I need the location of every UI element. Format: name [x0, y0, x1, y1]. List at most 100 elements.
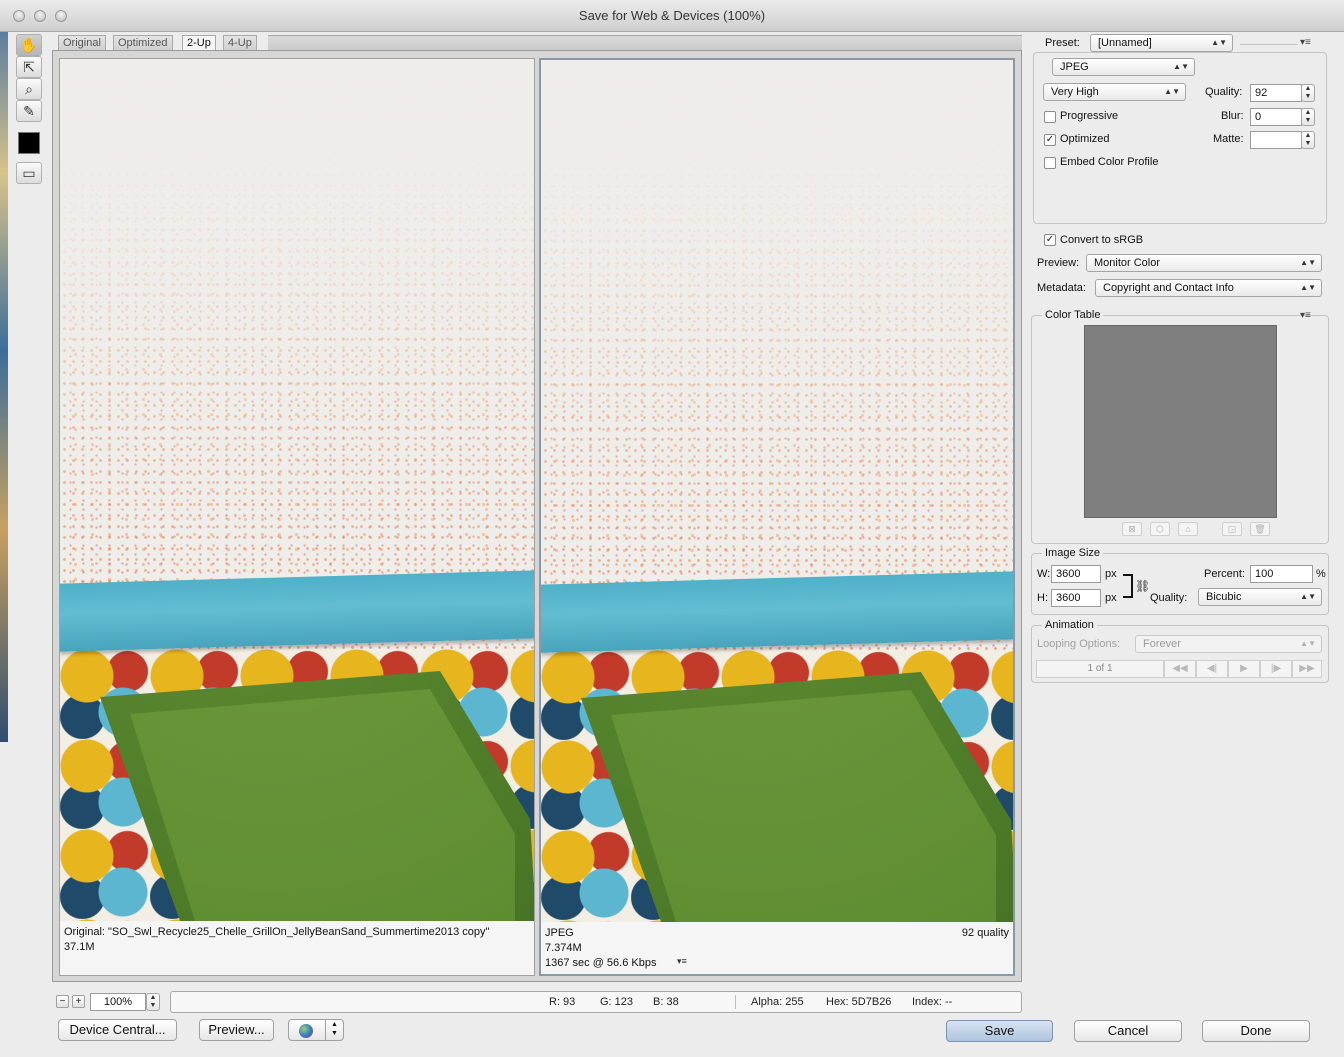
optimize-menu-icon[interactable]: ▾≡ [1300, 37, 1311, 48]
preview-label: Preview: [1037, 257, 1080, 269]
quality-input[interactable]: 92 [1250, 84, 1302, 102]
resample-quality-select[interactable]: Bicubic ▲▼ [1198, 588, 1322, 606]
original-preview-pane[interactable]: Original: "SO_Swl_Recycle25_Chelle_Grill… [59, 58, 535, 976]
title-bar: Save for Web & Devices (100%) [0, 0, 1344, 32]
toggle-slices-button[interactable]: ▭ [16, 162, 42, 184]
quality-level-select[interactable]: Very High ▲▼ [1043, 83, 1186, 101]
quality-slider-button[interactable]: ▲ ▼ [1301, 84, 1315, 102]
tab-optimized[interactable]: Optimized [113, 35, 173, 51]
save-button[interactable]: Save [946, 1020, 1053, 1042]
slice-select-tool-button[interactable]: ⇱ [16, 56, 42, 78]
hand-tool-button[interactable]: ✋ [16, 34, 42, 56]
percent-label: Percent: [1204, 568, 1245, 580]
frame-counter: 1 of 1 [1036, 660, 1164, 678]
looping-options-value: Forever [1143, 638, 1181, 650]
eyedropper-tool-button[interactable]: ✎ [16, 100, 42, 122]
percent-unit: % [1316, 568, 1326, 580]
red-value: R: 93 [549, 996, 576, 1008]
blur-label: Blur: [1221, 110, 1244, 122]
tab-strip-fill [268, 35, 1022, 51]
download-time: 1367 sec @ 56.6 Kbps [545, 957, 657, 969]
width-label: W: [1037, 568, 1051, 580]
last-frame-button[interactable]: ▶▶ [1292, 660, 1322, 678]
tab-2-up[interactable]: 2-Up [182, 35, 216, 51]
previous-frame-button[interactable]: ◀| [1196, 660, 1228, 678]
progressive-checkbox[interactable] [1044, 111, 1056, 123]
metadata-select[interactable]: Copyright and Contact Info ▲▼ [1095, 279, 1322, 297]
original-filename: Original: "SO_Swl_Recycle25_Chelle_Grill… [64, 926, 490, 938]
looping-options-select[interactable]: Forever ▲▼ [1135, 635, 1322, 653]
optimized-filesize: 7.374M [545, 942, 582, 954]
lock-color-button[interactable]: ⌂ [1178, 522, 1198, 536]
download-speed-menu-icon[interactable]: ▾≡ [677, 956, 687, 967]
preview-value: Monitor Color [1094, 257, 1161, 269]
trash-icon: 🗑 [1254, 524, 1266, 534]
preview-select[interactable]: Monitor Color ▲▼ [1086, 254, 1322, 272]
preset-select[interactable]: [Unnamed] ▲▼ [1090, 34, 1233, 52]
window-title: Save for Web & Devices (100%) [578, 8, 766, 23]
percent-input[interactable]: 100 [1250, 565, 1313, 583]
hex-value: Hex: 5D7B26 [826, 996, 892, 1008]
chevron-updown-icon: ▲▼ [1300, 639, 1316, 648]
preview-in-browser-button[interactable]: Preview... [199, 1019, 274, 1041]
color-table-swatches[interactable] [1084, 325, 1277, 518]
browser-select-button[interactable]: ▲ ▼ [288, 1019, 344, 1041]
metadata-label: Metadata: [1037, 282, 1086, 294]
preset-value: [Unnamed] [1098, 37, 1152, 49]
desktop-background-strip [0, 32, 8, 742]
matte-menu-button[interactable]: ▲ ▼ [1301, 131, 1315, 149]
zoom-level-menu[interactable]: ▲ ▼ [146, 993, 160, 1011]
info-divider [735, 995, 736, 1009]
original-caption: Original: "SO_Swl_Recycle25_Chelle_Grill… [64, 925, 489, 955]
web-shift-button[interactable]: ⬡ [1150, 522, 1170, 536]
convert-srgb-checkbox[interactable]: ✓ [1044, 234, 1056, 246]
original-image [60, 59, 534, 921]
zoom-tool-button[interactable]: ⌕ [16, 78, 42, 100]
chevron-updown-icon: ▲▼ [1211, 38, 1227, 47]
matte-color-field[interactable] [1250, 131, 1302, 149]
optimized-quality-note: 92 quality [961, 927, 1009, 939]
map-color-button[interactable]: ⊠ [1122, 522, 1142, 536]
new-color-button[interactable]: ◲ [1222, 522, 1242, 536]
height-input[interactable]: 3600 [1051, 589, 1101, 607]
optimized-checkbox[interactable]: ✓ [1044, 134, 1056, 146]
cancel-button[interactable]: Cancel [1074, 1020, 1182, 1042]
tab-4-up[interactable]: 4-Up [223, 35, 257, 51]
optimized-image [541, 60, 1013, 922]
delete-color-button[interactable]: 🗑 [1250, 522, 1270, 536]
format-select[interactable]: JPEG ▲▼ [1052, 58, 1195, 76]
chevron-updown-icon: ▲▼ [1173, 62, 1189, 71]
chevron-updown-icon: ▲▼ [325, 1020, 343, 1040]
width-input[interactable]: 3600 [1051, 565, 1101, 583]
zoom-out-button[interactable]: − [56, 995, 69, 1008]
chevron-updown-icon: ▲▼ [1300, 258, 1316, 267]
play-button[interactable]: ▶ [1228, 660, 1260, 678]
link-chain-icon[interactable]: ⛓ [1135, 579, 1150, 593]
tool-palette: ✋ ⇱ ⌕ ✎ ▭ [12, 32, 46, 192]
tab-original[interactable]: Original [58, 35, 106, 51]
zoom-in-button[interactable]: + [72, 995, 85, 1008]
metadata-value: Copyright and Contact Info [1103, 282, 1234, 294]
quality-level-value: Very High [1051, 86, 1099, 98]
zoom-level-field[interactable]: 100% [90, 993, 146, 1011]
color-table-menu-icon[interactable]: ▾≡ [1300, 310, 1311, 321]
alpha-value: Alpha: 255 [751, 996, 804, 1008]
blur-slider-button[interactable]: ▲ ▼ [1301, 108, 1315, 126]
convert-srgb-label: Convert to sRGB [1060, 234, 1144, 246]
optimized-preview-pane[interactable]: JPEG 7.374M 1367 sec @ 56.6 Kbps 92 qual… [539, 58, 1015, 976]
blur-input[interactable]: 0 [1250, 108, 1302, 126]
eyedropper-color-swatch[interactable] [18, 132, 40, 154]
color-info-bar: R: 93 G: 123 B: 38 Alpha: 255 Hex: 5D7B2… [170, 991, 1022, 1013]
color-table-title: Color Table [1042, 309, 1104, 321]
next-frame-button[interactable]: |▶ [1260, 660, 1292, 678]
height-label: H: [1037, 592, 1048, 604]
first-frame-button[interactable]: ◀◀ [1164, 660, 1196, 678]
done-button[interactable]: Done [1202, 1020, 1310, 1042]
embed-profile-checkbox[interactable] [1044, 157, 1056, 169]
lock-icon: ⌂ [1185, 524, 1191, 534]
fast-forward-icon: ▶▶ [1299, 663, 1315, 674]
eyedropper-icon: ✎ [23, 103, 35, 119]
device-central-button[interactable]: Device Central... [58, 1019, 177, 1041]
resample-quality-value: Bicubic [1206, 591, 1242, 603]
animation-title: Animation [1042, 619, 1097, 631]
